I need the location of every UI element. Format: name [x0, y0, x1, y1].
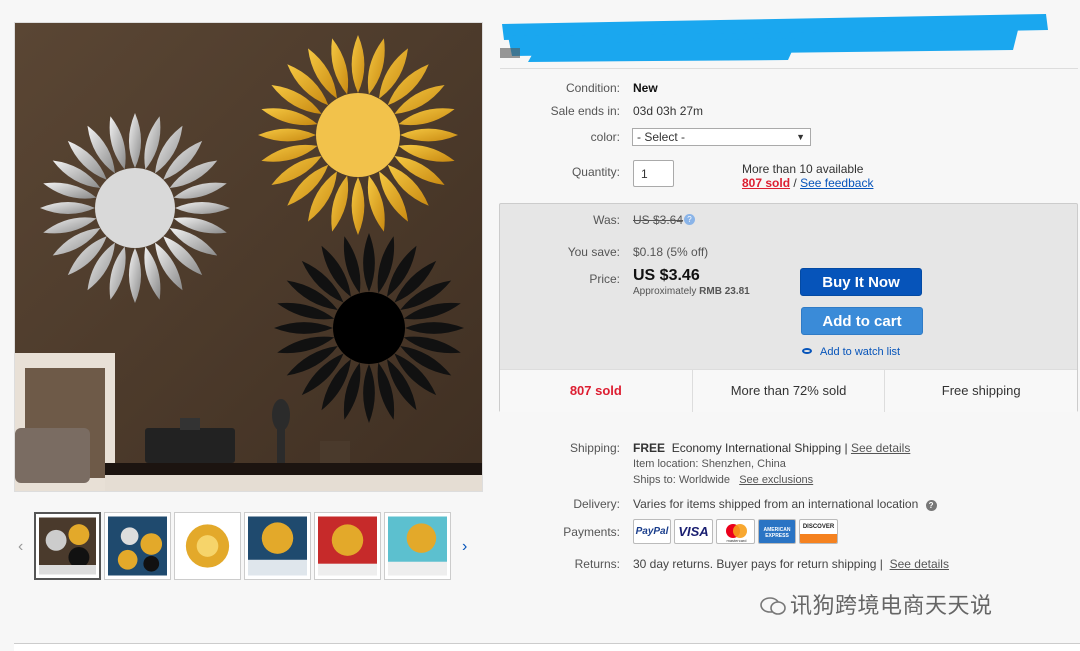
- color-select[interactable]: - Select - ▼: [632, 128, 811, 146]
- thumbnail-3[interactable]: [174, 512, 241, 580]
- footer-free-shipping: Free shipping: [941, 383, 1021, 398]
- see-feedback-link[interactable]: See feedback: [800, 176, 873, 190]
- discover-logo: DISCOVER: [799, 519, 838, 544]
- condition-value: New: [633, 81, 658, 95]
- visa-text: VISA: [678, 524, 709, 539]
- bottom-divider: [14, 643, 1080, 651]
- payments-label: Payments:: [563, 525, 620, 539]
- color-label: color:: [590, 130, 620, 144]
- returns-see-details-link[interactable]: See details: [890, 557, 949, 571]
- returns-label: Returns:: [574, 557, 620, 571]
- mastercard-logo: mastercard: [716, 519, 755, 544]
- discover-text: DISCOVER: [802, 524, 835, 530]
- approx-value: RMB 23.81: [699, 286, 750, 297]
- add-to-cart-button[interactable]: Add to cart: [801, 307, 923, 335]
- approx-prefix: Approximately: [633, 286, 697, 297]
- ships-to: Ships to: Worldwide: [633, 474, 731, 486]
- title-divider: [500, 68, 1078, 69]
- you-save-label: You save:: [567, 245, 620, 259]
- sold-feedback-separator: /: [793, 176, 797, 190]
- amex-text: AMERICAN EXPRESS: [763, 527, 791, 539]
- thumbnail-1[interactable]: [34, 512, 101, 580]
- you-save-value: $0.18 (5% off): [633, 245, 709, 259]
- footer-percent-sold: More than 72% sold: [693, 370, 886, 412]
- sold-count-link[interactable]: 807 sold: [742, 176, 790, 190]
- info-icon[interactable]: ?: [684, 214, 695, 225]
- footer-sold: 807 sold: [500, 370, 693, 412]
- eye-icon: [802, 348, 812, 354]
- mastercard-text: mastercard: [726, 538, 747, 543]
- sold-feedback-line: 807 sold / See feedback: [742, 176, 873, 190]
- condition-label: Condition:: [565, 81, 620, 95]
- shipping-service: Economy International Shipping: [671, 441, 842, 455]
- returns-value: 30 day returns. Buyer pays for return sh…: [633, 557, 883, 571]
- watch-list-link[interactable]: Add to watch list: [802, 346, 900, 358]
- black-sun-mirror: [274, 233, 464, 423]
- thumbnail-4[interactable]: [244, 512, 311, 580]
- dropdown-arrow-icon: ▼: [796, 132, 805, 142]
- availability-text: More than 10 available: [742, 162, 864, 176]
- price-panel-footer: 807 sold More than 72% sold Free shippin…: [500, 369, 1077, 412]
- price-panel: Was: US $3.64 ? You save: $0.18 (5% off)…: [499, 203, 1078, 412]
- amex-logo: AMERICAN EXPRESS: [758, 519, 796, 544]
- thumbnail-5[interactable]: [314, 512, 381, 580]
- thumbnail-prev-arrow[interactable]: ‹: [18, 538, 23, 556]
- shipping-free: FREE: [633, 441, 666, 455]
- shipping-line: FREE Economy International Shipping | Se…: [633, 441, 910, 455]
- wechat-icon: [760, 595, 786, 615]
- discover-stripe: [800, 534, 837, 543]
- visa-logo: VISA: [674, 519, 713, 544]
- delivery-line: Varies for items shipped from an interna…: [633, 497, 937, 511]
- quantity-input[interactable]: 1: [633, 160, 674, 187]
- sale-ends-label: Sale ends in:: [550, 104, 620, 118]
- thumbnail-strip: [34, 512, 451, 584]
- quantity-label: Quantity:: [571, 165, 620, 179]
- price-label: Price:: [589, 272, 620, 286]
- watermark: 讯狗跨境电商天天说: [760, 588, 993, 620]
- color-select-value: - Select -: [637, 130, 686, 144]
- title-redaction-scribble: [500, 14, 1048, 62]
- ships-to-line: Ships to: Worldwide See exclusions: [633, 474, 813, 486]
- shipping-see-details-link[interactable]: See details: [851, 441, 910, 455]
- paypal-logo: PayPal: [633, 519, 671, 544]
- shipping-separator: |: [844, 441, 848, 455]
- paypal-text: PayPal: [635, 526, 669, 537]
- delivery-value: Varies for items shipped from an interna…: [633, 497, 919, 511]
- price-value: US $3.46: [633, 267, 700, 284]
- watermark-text: 讯狗跨境电商天天说: [790, 593, 993, 618]
- thumbnail-6[interactable]: [384, 512, 451, 580]
- delivery-label: Delivery:: [573, 497, 620, 511]
- sale-ends-value: 03d 03h 27m: [633, 104, 704, 118]
- item-location: Item location: Shenzhen, China: [633, 458, 786, 470]
- shipping-label: Shipping:: [569, 441, 620, 455]
- help-icon[interactable]: ?: [925, 500, 937, 511]
- thumbnail-next-arrow[interactable]: ›: [462, 538, 467, 556]
- buy-it-now-button[interactable]: Buy It Now: [800, 268, 922, 296]
- see-exclusions-link[interactable]: See exclusions: [739, 474, 813, 486]
- was-label: Was:: [593, 213, 620, 227]
- watch-list-label: Add to watch list: [820, 346, 901, 358]
- thumbnail-2[interactable]: [104, 512, 171, 580]
- returns-line: 30 day returns. Buyer pays for return sh…: [633, 557, 949, 571]
- approx-price: Approximately RMB 23.81: [633, 286, 750, 297]
- was-price: US $3.64: [633, 213, 684, 227]
- main-product-image[interactable]: [14, 22, 483, 492]
